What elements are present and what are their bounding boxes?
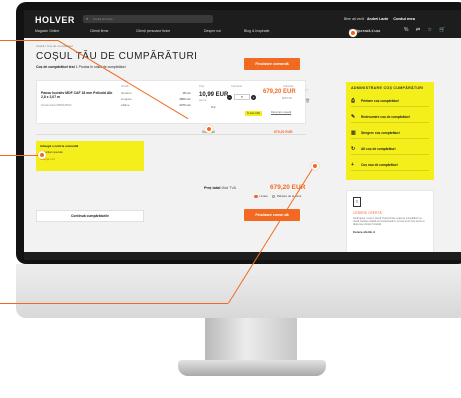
- trash-icon[interactable]: 🗑: [305, 98, 310, 103]
- account-name[interactable]: Andrei Lazăr: [367, 17, 388, 21]
- note-text: Instrucțiuni speciale: [40, 151, 63, 154]
- monitor-stand-base: [178, 360, 326, 376]
- finalize-order-button[interactable]: Finalizare comandă: [244, 58, 300, 70]
- header-icons: % ⇄ ☆ 🛒: [404, 27, 452, 33]
- monitor-chin: [16, 264, 461, 318]
- pencil-icon: ✎: [351, 113, 356, 120]
- compare-icon[interactable]: ⇄: [416, 27, 420, 33]
- trash-icon: ▥: [351, 129, 356, 136]
- cart-subtitle: Coș de cumpărături test 1 Produs în coșu…: [36, 65, 126, 69]
- finalize-order-button-bottom[interactable]: Finalizare comandă: [244, 209, 300, 221]
- callout-dot-2: [38, 151, 46, 159]
- cart-item: Detalii Preț Cantitate Subtotal Panou lu…: [36, 80, 310, 124]
- nav-item-shop[interactable]: Magazin Online: [35, 29, 59, 33]
- pickup-label: Ridicare de la client: [276, 194, 302, 198]
- printer-icon: ⎙: [351, 97, 356, 104]
- offer-request-panel: ≡ CERERE OFERTĂ Doriți ajutor, cereți o …: [346, 190, 434, 256]
- delete-cart-label: Ștergere coș cumpărături: [361, 130, 400, 135]
- line-total: 679,20 EUR: [263, 89, 296, 95]
- cart-admin-title: ADMINISTRARE COȘ CUMPĂRĂTURI: [351, 86, 424, 90]
- monitor-screen: HOLVER ⌕ Caută produse... Bine ați venit…: [24, 10, 461, 260]
- search-input[interactable]: ⌕ Caută produse...: [83, 15, 213, 23]
- offer-text: Doriți ajutor, cereți o ofertă. Puteți t…: [353, 217, 425, 227]
- callout-dot-1: [205, 125, 213, 133]
- site-logo[interactable]: HOLVER: [35, 15, 75, 25]
- cart-admin-panel: ADMINISTRARE COȘ CUMPĂRĂTURI ⎙ Printare …: [346, 82, 434, 180]
- print-cart-label: Printare coș cumpărături: [361, 98, 399, 103]
- add-note-link[interactable]: Adaugă notă: [40, 158, 140, 161]
- new-cart-button[interactable]: + Coș nou de cumpărături: [351, 162, 429, 171]
- col-qty: Cantitate: [231, 84, 243, 88]
- other-cart-button[interactable]: ↻ Alt coș de cumpărături: [351, 146, 429, 155]
- configure-door-link[interactable]: ▣ Configurează-ți ușa: [349, 29, 380, 37]
- arrow-right-icon: ➜: [372, 229, 376, 234]
- main-nav: Magazin Online Clienți firme Clienți per…: [24, 27, 461, 38]
- quantity-input[interactable]: 5: [234, 94, 250, 100]
- wishlist-icon[interactable]: ♡: [305, 88, 309, 93]
- subtotal-divider: [36, 134, 306, 135]
- col-price: Preț: [199, 84, 205, 88]
- new-cart-label: Coș nou de cumpărături: [361, 162, 398, 167]
- other-cart-label: Alt coș de cumpărături: [361, 146, 396, 151]
- line-total-tax: fără TVA: [282, 97, 292, 100]
- search-placeholder: Caută produse...: [93, 17, 116, 21]
- rename-cart-label: Redenumire coș de cumpărături: [361, 114, 410, 119]
- unit-label: Buc: [211, 105, 216, 109]
- nav-item-blog[interactable]: Blog & Inspirație: [244, 29, 270, 33]
- delete-cart-button[interactable]: ▥ Ștergere coș cumpărături: [351, 130, 429, 139]
- unit-price: 10,99 EUR: [199, 92, 229, 98]
- my-account-link[interactable]: Contul meu: [393, 16, 415, 21]
- nav-item-business[interactable]: Clienți firme: [90, 29, 108, 33]
- search-icon: ⌕: [86, 16, 89, 21]
- qty-increase-button[interactable]: +: [251, 95, 256, 100]
- order-note-box[interactable]: Adaugă o notă la comandă Instrucțiuni sp…: [36, 141, 144, 171]
- callout-line-3a: [0, 303, 228, 304]
- wishlist-icon[interactable]: ☆: [427, 27, 431, 33]
- cart-icon[interactable]: 🛒: [439, 27, 445, 33]
- return-link[interactable]: Returnare ușoară: [271, 111, 291, 114]
- dim-width: Lățime 2070 mm: [121, 103, 191, 107]
- offer-title: CERERE OFERTĂ: [353, 211, 382, 215]
- offer-link-label: Cerere ofertă: [353, 229, 372, 234]
- stock-badge: În stoc (10): [245, 111, 262, 116]
- grand-total-label: Preț total fără TVA: [204, 186, 237, 190]
- product-code: Număr articol 9845125642: [41, 104, 72, 107]
- delivery-radio[interactable]: [254, 194, 258, 199]
- refresh-icon: ↻: [351, 145, 356, 152]
- print-cart-button[interactable]: ⎙ Printare coș cumpărături: [351, 98, 429, 107]
- col-total: Subtotal: [283, 84, 294, 88]
- welcome-text: Bine ați venit: [344, 17, 365, 21]
- callout-dot-3: [311, 162, 319, 170]
- percent-icon[interactable]: %: [404, 27, 408, 33]
- door-icon: ▣: [349, 29, 357, 37]
- unit-price-label: per m²: [199, 99, 207, 102]
- monitor-stand-neck: [205, 318, 297, 362]
- cart-name: Coș de cumpărături test: [36, 65, 75, 69]
- plus-icon: +: [351, 161, 354, 168]
- rename-cart-button[interactable]: ✎ Redenumire coș de cumpărături: [351, 114, 429, 123]
- product-name[interactable]: Panou lucrativ MDF CAF 18 mm Peliculă Al…: [41, 91, 113, 100]
- col-details: Detalii: [121, 84, 129, 88]
- account-area: Bine ați venit Andrei Lazăr Contul meu: [344, 16, 415, 21]
- nav-item-individuals[interactable]: Clienți persoane fizice: [136, 29, 170, 33]
- nav-item-about[interactable]: Despre noi: [204, 29, 221, 33]
- qty-decrease-button[interactable]: −: [227, 95, 232, 100]
- page-title: COȘUL TĂU DE CUMPĂRĂTURI: [36, 51, 198, 62]
- site-header: HOLVER ⌕ Caută produse... Bine ați venit…: [24, 10, 461, 38]
- offer-request-link[interactable]: Cerere ofertă ➜: [353, 230, 427, 234]
- note-title: Adaugă o notă la comandă: [40, 144, 79, 148]
- document-icon: ≡: [353, 197, 361, 207]
- screen-bottom-bar: [24, 252, 461, 260]
- pickup-radio[interactable]: [271, 194, 276, 199]
- grand-total-tax: fără TVA: [221, 186, 237, 190]
- callout-line-1a: [0, 40, 58, 41]
- product-showcase: HOLVER ⌕ Caută produse... Bine ați venit…: [0, 0, 461, 398]
- dim-thickness: Grosime 18 mm: [121, 91, 191, 95]
- delivery-label: Livrare: [259, 194, 268, 198]
- continue-shopping-button[interactable]: Continuă cumpărăturile: [36, 210, 144, 222]
- callout-line-2: [0, 155, 40, 156]
